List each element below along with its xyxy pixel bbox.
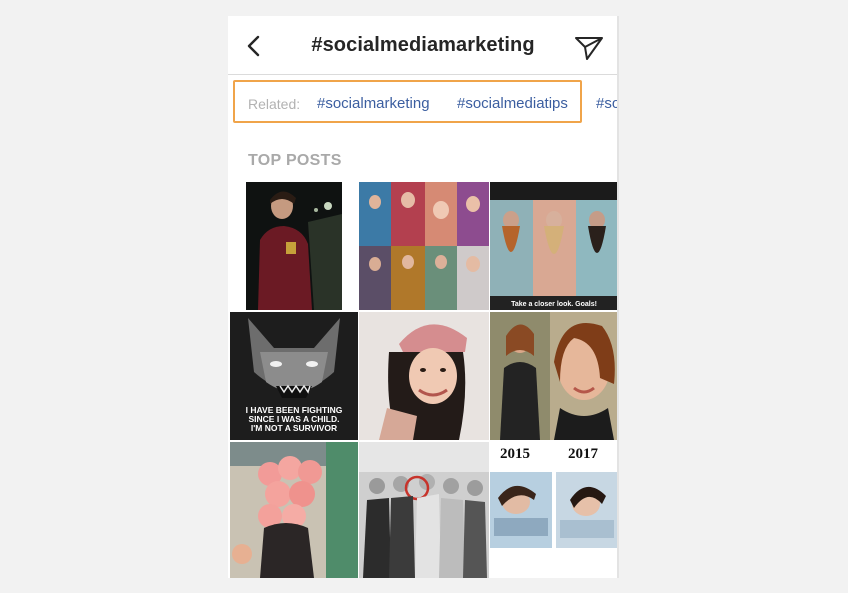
post-image [359,442,489,578]
related-tag-socialmediatips[interactable]: #socialmediatips [457,95,568,112]
top-posts-heading: TOP POSTS [248,152,342,169]
hashtag-title: #socialmediamarketing [311,34,535,56]
post-image [359,312,489,440]
post-image [490,312,618,440]
header-divider [228,74,618,75]
post-image [246,182,342,310]
post-caption: Take a closer look. Goals! [511,301,597,308]
post-caption: I HAVE BEEN FIGHTING SINCE I WAS A CHILD… [230,406,358,433]
post-tile-2015-2017[interactable]: 2015 2017 [490,442,618,578]
post-tile-woman-beanie[interactable] [359,312,489,440]
post-tile-man-night[interactable] [246,182,342,310]
post-image [359,182,489,310]
post-tile-beards[interactable]: Take a closer look. Goals! [490,182,618,310]
related-tag-socialmarketing[interactable]: #socialmarketing [317,95,430,112]
post-tile-wolf[interactable]: I HAVE BEEN FIGHTING SINCE I WAS A CHILD… [230,312,358,440]
caption-line: I'M NOT A SURVIVOR [250,423,338,433]
share-button[interactable] [574,35,604,61]
post-tile-woman-portrait[interactable] [490,312,618,440]
screen-edge [617,16,619,578]
post-tile-plush-toys[interactable] [230,442,358,578]
phone-screen: #socialmediamarketing Related: #socialma… [228,16,618,578]
related-label: Related: [248,96,301,112]
post-tile-collage[interactable] [359,182,489,310]
post-image [490,472,618,548]
related-tag-partial[interactable]: #so [596,95,618,112]
post-image [230,442,358,578]
back-button[interactable] [244,35,266,57]
paper-plane-icon [575,37,603,60]
top-bar: #socialmediamarketing [228,16,618,74]
post-tile-group-photo[interactable] [359,442,489,578]
related-hashtags-bar[interactable]: Related: #socialmarketing #socialmediati… [228,82,618,126]
post-image [490,182,618,310]
chevron-left-icon [247,35,260,57]
